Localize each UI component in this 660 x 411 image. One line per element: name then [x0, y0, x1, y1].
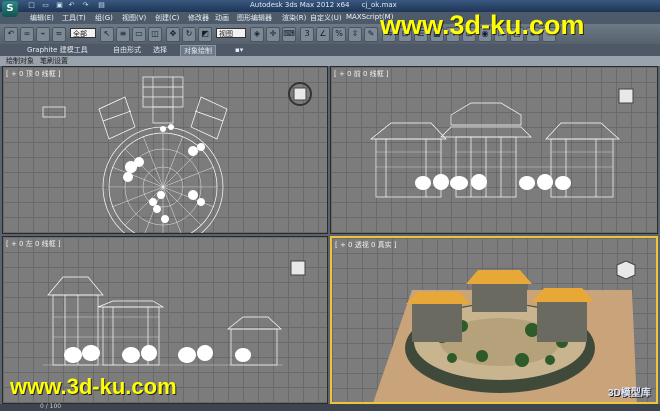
viewport-perspective[interactable]: [ + 0 透视 0 真实 ]: [330, 236, 658, 404]
rectangular-selection-icon[interactable]: ▭: [132, 27, 146, 42]
app-logo-button[interactable]: S: [2, 1, 18, 17]
percent-snap-icon[interactable]: %: [332, 27, 346, 42]
watermark-bottom: www.3d-ku.com: [10, 374, 177, 399]
ribbon-bar: Graphite 建模工具 自由形式 选择 对象绘制 ▪▾: [0, 44, 660, 57]
menu-rendering[interactable]: 渲染(R): [282, 13, 306, 23]
tab-graphite-modeling[interactable]: Graphite 建模工具: [24, 45, 91, 55]
perspective-render: [373, 270, 637, 402]
project-folder-icon[interactable]: ▤: [96, 1, 107, 10]
app-title: Autodesk 3ds Max 2012 x64: [250, 1, 350, 9]
spinner-snap-icon[interactable]: ⇳: [348, 27, 362, 42]
snaps-toggle-icon[interactable]: 3: [300, 27, 314, 42]
watermark-top: www.3d-ku.com: [380, 10, 585, 40]
frame-counter: 0 / 100: [40, 403, 62, 410]
viewport-label-front[interactable]: [ + 0 前 0 线框 ]: [334, 69, 389, 79]
menu-edit[interactable]: 编辑(E): [30, 13, 54, 23]
viewport-label-perspective[interactable]: [ + 0 透视 0 真实 ]: [335, 240, 397, 250]
redo-icon[interactable]: ↷: [80, 1, 91, 10]
menu-tools[interactable]: 工具(T): [62, 13, 86, 23]
menu-customize[interactable]: 自定义(U): [310, 13, 342, 23]
window-title: Autodesk 3ds Max 2012 x64 cj_ok.max: [250, 1, 407, 9]
keyboard-shortcut-icon[interactable]: ⌨: [282, 27, 296, 42]
select-link-icon[interactable]: ∞: [20, 27, 34, 42]
menu-create[interactable]: 创建(C): [155, 13, 179, 23]
select-rotate-icon[interactable]: ↻: [182, 27, 196, 42]
watermark-corner: 3D模型库: [608, 388, 651, 399]
undo-icon[interactable]: ↶: [66, 1, 77, 10]
pivot-center-icon[interactable]: ◈: [250, 27, 264, 42]
menu-group[interactable]: 组(G): [95, 13, 113, 23]
menu-views[interactable]: 视图(V): [122, 13, 146, 23]
window-crossing-icon[interactable]: ◫: [148, 27, 162, 42]
menu-animation[interactable]: 动画: [215, 13, 229, 23]
file-name: cj_ok.max: [361, 1, 397, 9]
select-object-icon[interactable]: ↖: [100, 27, 114, 42]
ribbon-toggle-icon[interactable]: ▪▾: [232, 45, 246, 55]
viewport-front[interactable]: [ + 0 前 0 线框 ]: [330, 66, 658, 234]
menu-graph-editors[interactable]: 图形编辑器: [237, 13, 272, 23]
front-view-wireframe: [370, 102, 620, 198]
named-selection-icon[interactable]: ✎: [364, 27, 378, 42]
open-file-icon[interactable]: ▭: [40, 1, 51, 10]
select-move-icon[interactable]: ✥: [166, 27, 180, 42]
viewcube-left[interactable]: [289, 259, 307, 277]
brush-settings-label[interactable]: 笔刷设置: [40, 56, 68, 66]
viewport-label-left[interactable]: [ + 0 左 0 线框 ]: [6, 239, 61, 249]
undo-icon[interactable]: ↶: [4, 27, 18, 42]
tab-selection[interactable]: 选择: [150, 45, 170, 55]
viewcube-top[interactable]: [287, 81, 313, 107]
paint-objects-label[interactable]: 绘制对象: [6, 56, 34, 66]
select-by-name-icon[interactable]: ≡: [116, 27, 130, 42]
viewport-top[interactable]: [ + 0 顶 0 线框 ]: [2, 66, 328, 234]
bind-space-warp-icon[interactable]: ≈: [52, 27, 66, 42]
select-scale-icon[interactable]: ◩: [198, 27, 212, 42]
ribbon-panel: 绘制对象 笔刷设置: [0, 56, 660, 66]
save-icon[interactable]: ▣: [54, 1, 65, 10]
reference-coordinate-dropdown[interactable]: 视图: [216, 28, 246, 38]
unlink-icon[interactable]: ⌁: [36, 27, 50, 42]
new-file-icon[interactable]: □: [26, 1, 37, 10]
top-view-wireframe: [42, 76, 228, 233]
viewport-label-top[interactable]: [ + 0 顶 0 线框 ]: [6, 69, 61, 79]
angle-snap-icon[interactable]: ∠: [316, 27, 330, 42]
time-slider[interactable]: 0 / 100: [0, 403, 660, 411]
viewcube-perspective[interactable]: [616, 260, 636, 280]
viewcube-front[interactable]: [617, 87, 635, 105]
selection-filter-dropdown[interactable]: 全部: [70, 28, 96, 38]
menu-modifiers[interactable]: 修改器: [188, 13, 209, 23]
tab-freeform[interactable]: 自由形式: [110, 45, 144, 55]
select-manipulate-icon[interactable]: ✛: [266, 27, 280, 42]
